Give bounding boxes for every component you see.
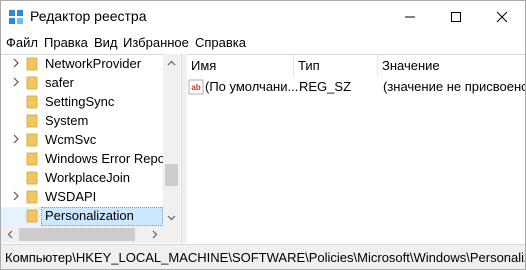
folder-icon <box>26 171 38 185</box>
folder-icon <box>26 57 38 71</box>
menu-file[interactable]: Файл <box>6 35 38 50</box>
window-title: Редактор реестра <box>30 8 147 24</box>
values-list[interactable]: Имя Тип Значение ab (По умолчани... REG_… <box>187 54 525 244</box>
chevron-left-icon <box>7 230 12 239</box>
close-icon <box>496 11 508 23</box>
chevron-up-icon <box>167 60 176 65</box>
menu-help[interactable]: Справка <box>195 35 246 50</box>
column-header-type[interactable]: Тип <box>294 55 377 77</box>
scrollbar-corner <box>163 226 180 243</box>
tree-item-label: NetworkProvider <box>45 56 142 71</box>
chevron-right-icon <box>152 230 157 239</box>
chevron-right-icon[interactable] <box>11 75 21 89</box>
folder-icon <box>26 133 38 147</box>
registry-path: Компьютер\HKEY_LOCAL_MACHINE\SOFTWARE\Po… <box>5 250 526 265</box>
tree-item[interactable]: NetworkProvider <box>1 55 163 74</box>
minimize-button[interactable] <box>387 1 433 33</box>
chevron-down-icon <box>167 215 176 220</box>
menu-favorites[interactable]: Избранное <box>123 35 189 50</box>
menu-view[interactable]: Вид <box>94 35 118 50</box>
tree-item-label: Windows Error Report <box>45 151 173 166</box>
tree-item[interactable]: System <box>1 112 163 131</box>
close-button[interactable] <box>479 1 525 33</box>
value-name: (По умолчани... <box>205 79 299 94</box>
tree-item[interactable]: SettingSync <box>1 93 163 112</box>
folder-icon <box>26 190 38 204</box>
vertical-scroll-thumb[interactable] <box>165 164 178 186</box>
maximize-icon <box>451 12 461 22</box>
scroll-right-button[interactable] <box>146 226 163 243</box>
tree-vertical-scrollbar[interactable] <box>163 54 180 243</box>
scroll-up-button[interactable] <box>163 54 180 71</box>
horizontal-scroll-thumb[interactable] <box>19 228 135 241</box>
menu-edit[interactable]: Правка <box>44 35 88 50</box>
tree-item[interactable]: WSDAPI <box>1 188 163 207</box>
string-value-icon: ab <box>188 79 204 95</box>
tree-item-selected[interactable]: Personalization <box>1 207 163 226</box>
registry-editor-window: Редактор реестра Файл Правка Вид Избранн… <box>0 0 526 270</box>
column-header-name[interactable]: Имя <box>187 55 293 77</box>
tree-item-label: SettingSync <box>45 94 115 109</box>
value-type: REG_SZ <box>299 79 352 94</box>
tree-item[interactable]: Windows Error Report <box>1 150 173 169</box>
folder-icon <box>26 209 38 223</box>
maximize-button[interactable] <box>433 1 479 33</box>
menu-bar: Файл Правка Вид Избранное Справка <box>1 34 525 54</box>
folder-icon <box>26 114 38 128</box>
column-header-data[interactable]: Значение <box>378 55 525 77</box>
tree-item-label: WSDAPI <box>45 189 97 204</box>
tree-item[interactable]: WcmSvc <box>1 131 163 150</box>
tree-item-label: WorkplaceJoin <box>45 170 131 185</box>
key-tree[interactable]: NetworkProvider safer SettingSync System… <box>1 54 181 244</box>
status-bar: Компьютер\HKEY_LOCAL_MACHINE\SOFTWARE\Po… <box>1 244 526 269</box>
tree-item-label: WcmSvc <box>45 132 97 147</box>
chevron-right-icon[interactable] <box>11 132 21 146</box>
folder-icon <box>26 76 38 90</box>
scroll-left-button[interactable] <box>1 226 18 243</box>
column-header-data-label: Значение <box>382 58 440 73</box>
tree-item-label: safer <box>45 75 74 90</box>
minimize-icon <box>405 16 415 18</box>
folder-icon <box>26 95 38 109</box>
registry-editor-app-icon <box>9 10 23 24</box>
title-bar[interactable]: Редактор реестра <box>1 1 525 33</box>
tree-horizontal-scrollbar[interactable] <box>1 226 163 243</box>
tree-item-label: Personalization <box>45 208 134 223</box>
folder-icon <box>26 152 38 166</box>
value-row[interactable]: ab (По умолчани... REG_SZ (значение не п… <box>187 78 525 96</box>
tree-item[interactable]: safer <box>1 74 163 93</box>
chevron-right-icon[interactable] <box>11 189 21 203</box>
svg-text:ab: ab <box>191 83 200 92</box>
tree-item-label: System <box>45 113 89 128</box>
column-header-type-label: Тип <box>298 58 320 73</box>
chevron-right-icon[interactable] <box>11 56 21 70</box>
column-header-name-label: Имя <box>191 58 217 73</box>
value-data: (значение не присвоено) <box>383 79 525 94</box>
tree-item[interactable]: WorkplaceJoin <box>1 169 163 188</box>
scroll-down-button[interactable] <box>163 209 180 226</box>
